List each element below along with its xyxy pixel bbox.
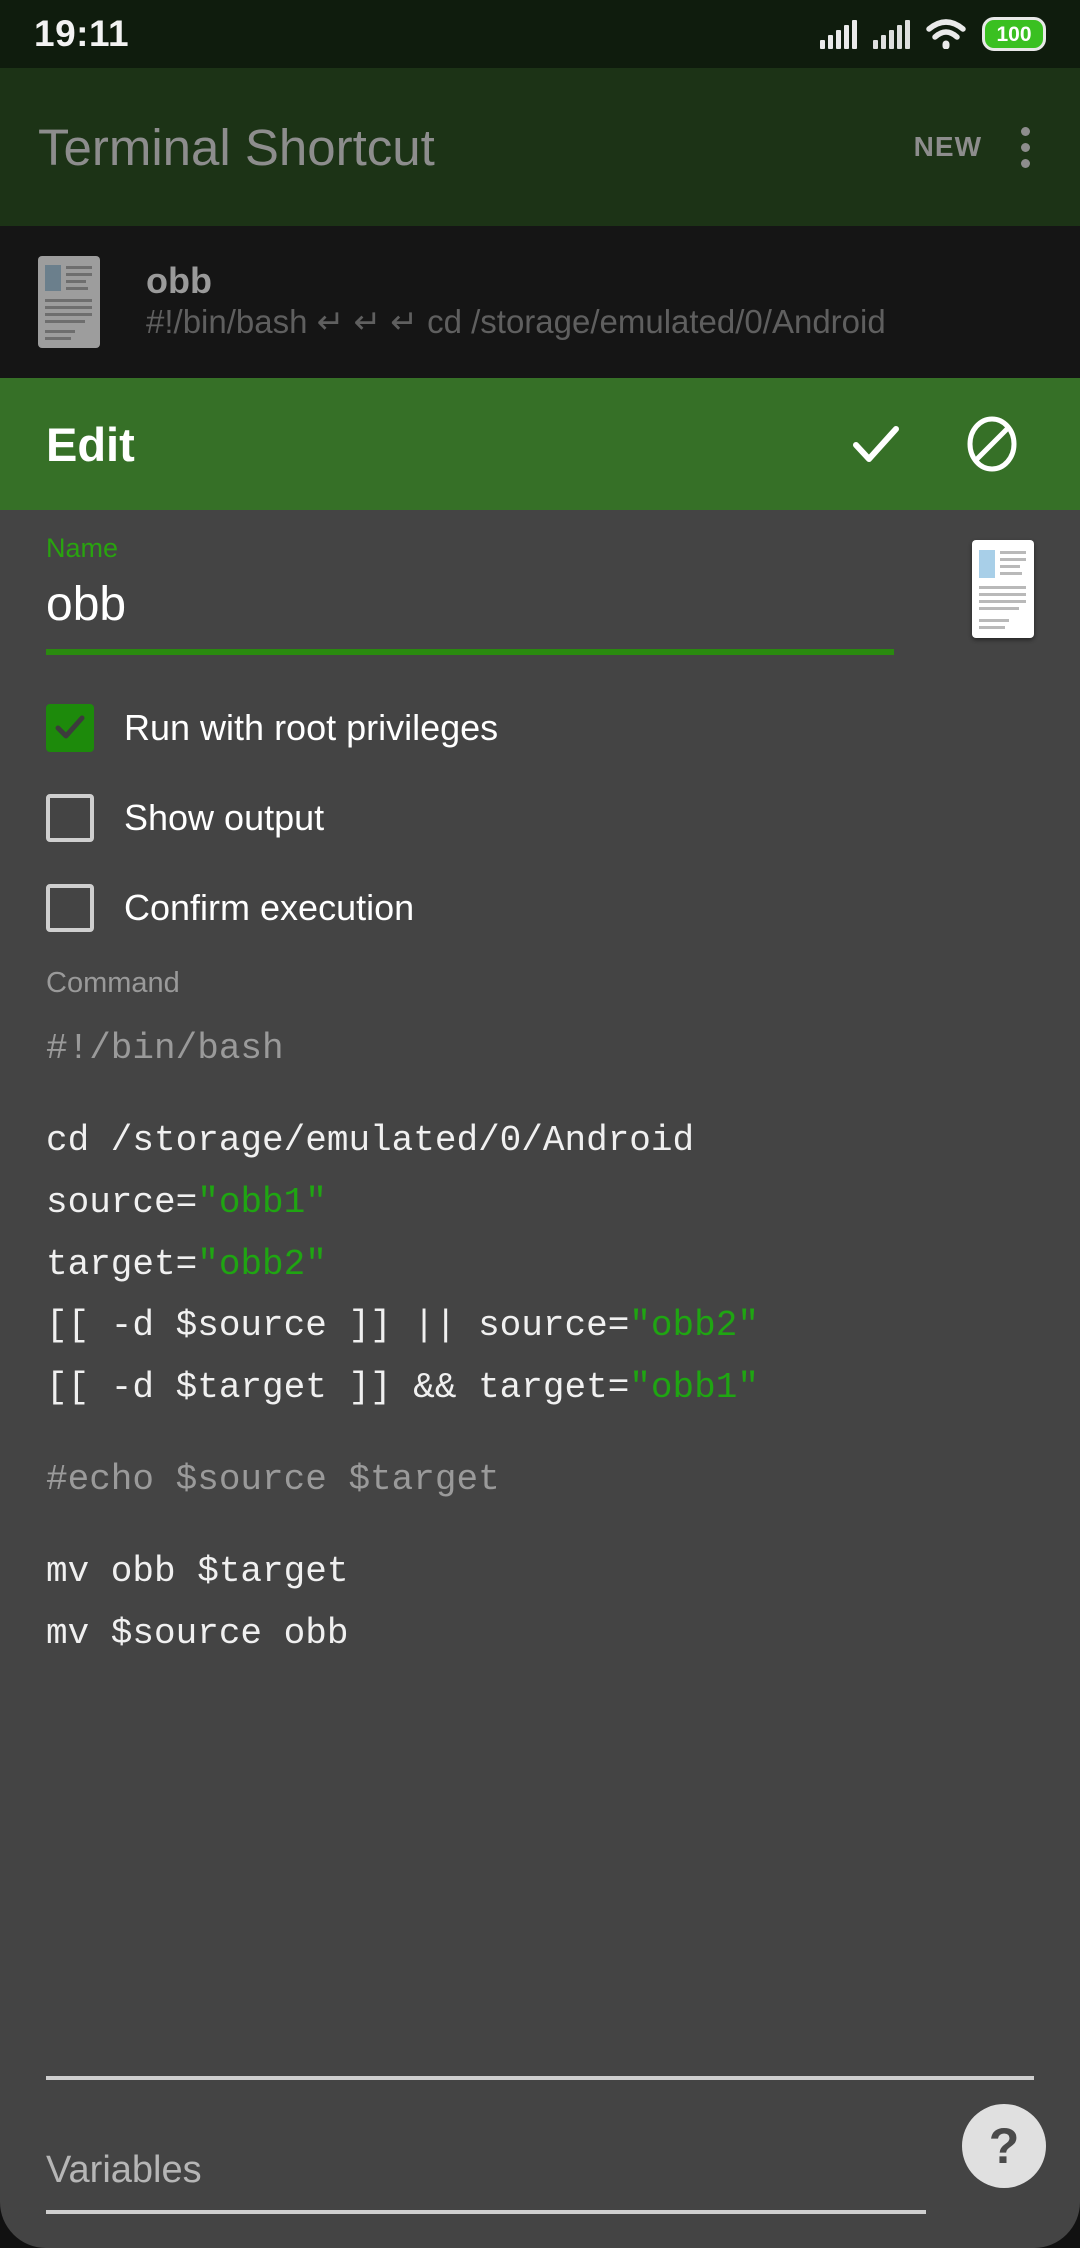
command-token: "obb2" [629,1305,759,1347]
command-line [46,1419,1034,1449]
command-token: "obb2" [197,1243,327,1285]
command-line: [[ -d $source ]] || source="obb2" [46,1295,1034,1357]
list-item[interactable]: obb #!/bin/bash ↵ ↵ ↵ cd /storage/emulat… [0,226,1080,378]
command-token: mv obb $target [46,1551,349,1593]
command-input[interactable]: #!/bin/bash cd /storage/emulated/0/Androi… [46,1018,1034,1665]
divider [46,2076,1034,2080]
option-label: Confirm execution [124,886,415,928]
check-icon[interactable] [834,402,918,486]
app-bar: Terminal Shortcut NEW [0,68,1080,226]
name-label: Name [46,533,119,563]
command-line: mv obb $target [46,1541,1034,1603]
option-label: Show output [124,796,325,838]
command-token: cd /storage/emulated/0/Android [46,1119,695,1161]
page-title: Terminal Shortcut [38,118,435,176]
command-token: #echo $source $target [46,1459,500,1501]
checkbox-icon[interactable] [46,793,94,842]
help-question-icon[interactable]: ? [962,2104,1046,2188]
kebab-menu-icon[interactable] [1018,126,1032,168]
new-button[interactable]: NEW [914,131,982,163]
variables-underline [46,2210,926,2214]
battery-icon: 100 [982,17,1046,51]
document-icon [972,540,1034,638]
command-line: mv $source obb [46,1603,1034,1665]
command-line: [[ -d $target ]] && target="obb1" [46,1357,1034,1419]
checkbox-checked-icon[interactable] [46,703,94,752]
command-token: mv $source obb [46,1613,349,1655]
command-token: target= [46,1243,198,1285]
options-list: Run with root privileges Show output Con… [46,697,1034,939]
option-run-with-root-privileges[interactable]: Run with root privileges [46,697,1034,759]
command-label: Command [46,966,180,999]
dialog-header: Edit [0,378,1080,510]
command-token: #!/bin/bash [46,1027,284,1069]
list-item-subtitle: #!/bin/bash ↵ ↵ ↵ cd /storage/emulated/0… [146,303,886,341]
variables-input[interactable]: Variables [46,2149,926,2214]
status-bar-clock: 19:11 [34,13,130,54]
name-underline [46,648,894,655]
command-token: [[ -d $target ]] && target= [46,1367,630,1409]
command-line: #!/bin/bash [46,1018,1034,1080]
edit-dialog: Edit Name obb Run with root privileges S… [0,378,1080,2248]
wifi-icon [926,19,966,50]
name-row: Name obb [46,510,1034,655]
command-token: "obb1" [629,1367,759,1409]
command-line [46,1511,1034,1541]
command-line: source="obb1" [46,1172,1034,1234]
help-label: ? [988,2118,1020,2174]
option-show-output[interactable]: Show output [46,787,1034,849]
status-bar-icons: 100 [820,17,1046,51]
command-token: source= [46,1181,198,1223]
list-item-title: obb [146,259,212,301]
dialog-title: Edit [46,417,135,471]
document-icon [38,256,100,348]
status-bar: 19:11 100 [0,0,1080,68]
signal-bars-icon [873,19,910,49]
dialog-body: Name obb Run with root privileges Show o… [0,510,1080,2248]
list-item-text: obb #!/bin/bash ↵ ↵ ↵ cd /storage/emulat… [146,260,1042,344]
command-line: cd /storage/emulated/0/Android [46,1110,1034,1172]
phone-screen: 19:11 100 Terminal Shortcut NEW obb #!/b… [0,0,1080,2248]
command-line [46,1080,1034,1110]
command-token: [[ -d $source ]] || source= [46,1305,630,1347]
shortcut-icon-picker[interactable] [924,532,1034,638]
checkbox-icon[interactable] [46,883,94,932]
command-token: "obb1" [197,1181,327,1223]
block-circle-icon[interactable] [950,402,1034,486]
option-confirm-execution[interactable]: Confirm execution [46,877,1034,939]
option-label: Run with root privileges [124,706,499,748]
command-line: target="obb2" [46,1234,1034,1296]
battery-level: 100 [996,22,1032,46]
name-input[interactable]: Name obb [46,532,924,655]
command-line: #echo $source $target [46,1449,1034,1511]
variables-placeholder: Variables [46,2149,202,2191]
name-value: obb [46,578,127,632]
signal-bars-icon [820,19,857,49]
